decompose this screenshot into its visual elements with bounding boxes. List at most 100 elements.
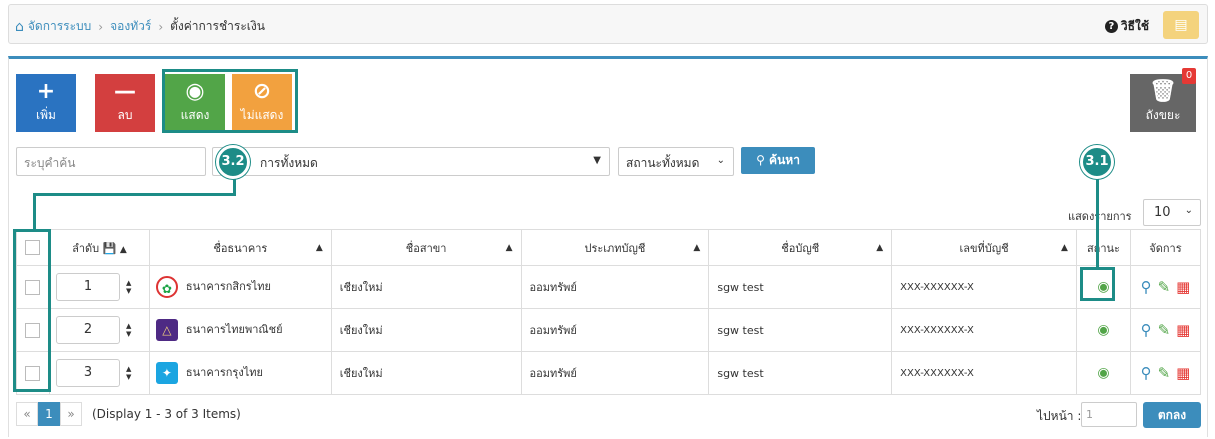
account-number-cell: XXX-XXXXXX-X (891, 265, 1077, 309)
breadcrumb-bar: ⌂ จัดการระบบ › จองทัวร์ › ตั้งค่าการชำระ… (8, 4, 1208, 44)
branch-cell: เชียงใหม่ (330, 308, 522, 352)
add-label: เพิ่ม (36, 108, 56, 122)
column-status: สถานะ (1075, 229, 1131, 266)
manual-book-icon[interactable]: ▤ (1163, 11, 1199, 39)
order-input[interactable]: 1 (55, 273, 120, 301)
pager-page-1[interactable]: 1 (38, 402, 60, 426)
column-bank[interactable]: ชื่อธนาคาร ▲ (148, 229, 332, 266)
sort-icon: ▲ (876, 243, 884, 253)
question-icon: ? (1104, 20, 1118, 33)
search-button[interactable]: ⚲ ค้นหา (741, 147, 815, 174)
trash-icon[interactable]: ▦ (1176, 278, 1190, 296)
edit-icon[interactable]: ✎ (1158, 278, 1171, 296)
help-link[interactable]: ? วิธีใช้ (1104, 17, 1149, 36)
eye-icon[interactable]: ◉ (1097, 365, 1109, 381)
table-row: 1 ▲ ▼ ✿ ธนาคารกสิกรไทย เชียงใหม่ ออมทรัพย์ … (16, 265, 1202, 309)
order-input[interactable]: 2 (55, 316, 120, 344)
save-icon[interactable]: 💾 (103, 242, 117, 255)
sort-icon: ▲ (693, 243, 701, 253)
callout-badge-3-2: 3.2 (216, 145, 250, 179)
stepper-icon[interactable]: ▲ ▼ (126, 365, 131, 381)
eye-icon[interactable]: ◉ (1097, 279, 1109, 295)
row-checkbox-cell (16, 265, 50, 309)
pager-next[interactable]: » (60, 402, 82, 426)
home-icon[interactable]: ⌂ (15, 19, 24, 35)
bank-name: ธนาคารไทยพาณิชย์ (185, 323, 283, 336)
callout-badge-3-1: 3.1 (1080, 145, 1114, 179)
order-cell: 2 ▲ ▼ (48, 308, 150, 352)
search-input[interactable]: ระบุคำค้น (16, 147, 206, 176)
edit-icon[interactable]: ✎ (1158, 364, 1171, 382)
column-branch-label: ชื่อสาขา (405, 241, 447, 255)
type-cell: ออมทรัพย์ (520, 308, 710, 352)
status-cell: ◉ (1075, 308, 1131, 352)
column-account-number[interactable]: เลขที่บัญชี ▲ (891, 229, 1077, 266)
row-checkbox-cell (16, 308, 50, 352)
help-label: วิธีใช้ (1120, 19, 1149, 33)
type-cell: ออมทรัพย์ (520, 351, 710, 395)
hide-button[interactable]: ⊘ ไม่แสดง (232, 74, 292, 132)
eye-icon: ◉ (185, 79, 205, 104)
search-icon[interactable]: ⚲ (1141, 278, 1152, 296)
eye-slash-icon: ⊘ (252, 79, 272, 104)
column-account-name[interactable]: ชื่อบัญชี ▲ (708, 229, 893, 266)
eye-icon[interactable]: ◉ (1097, 322, 1109, 338)
trash-icon[interactable]: ▦ (1176, 364, 1190, 382)
pagination: « 1 » (Display 1 - 3 of 3 Items) (16, 402, 241, 426)
goto-page-input[interactable]: 1 (1081, 402, 1137, 427)
order-cell: 3 ▲ ▼ (48, 351, 150, 395)
column-manage-label: จัดการ (1149, 241, 1182, 255)
bank-filter-select[interactable]: การทั้งหมด ▼ (212, 147, 610, 176)
status-filter-select[interactable]: สถานะทั้งหมด ⌄ (618, 147, 734, 176)
column-order[interactable]: ลำดับ 💾 ▲ (48, 229, 150, 266)
plus-icon: + (36, 79, 56, 104)
row-checkbox[interactable] (25, 322, 41, 338)
page-size-select[interactable]: 10 ⌄ (1143, 199, 1201, 226)
order-input[interactable]: 3 (55, 359, 120, 387)
search-icon: ⚲ (756, 153, 765, 167)
column-status-label: สถานะ (1086, 241, 1120, 255)
manage-cell: ⚲ ✎ ▦ (1129, 351, 1202, 395)
select-all-checkbox[interactable] (25, 240, 41, 255)
table-row: 2 ▲ ▼ △ ธนาคารไทยพาณิชย์ เชียงใหม่ ออมทรัพย… (16, 308, 1202, 352)
goto-ok-button[interactable]: ตกลง (1143, 402, 1201, 428)
page-size-value: 10 (1154, 205, 1171, 220)
add-button[interactable]: + เพิ่ม (16, 74, 76, 132)
stepper-icon[interactable]: ▲ ▼ (126, 322, 131, 338)
status-cell: ◉ (1075, 351, 1131, 395)
pager-prev[interactable]: « (16, 402, 38, 426)
show-button[interactable]: ◉ แสดง (165, 74, 225, 132)
show-label: แสดง (180, 108, 210, 122)
goto-label: ไปหน้า : (1037, 409, 1082, 423)
scb-logo-icon: △ (155, 319, 178, 341)
chevron-down-icon: ⌄ (1184, 205, 1193, 216)
bank-cell: △ ธนาคารไทยพาณิชย์ (148, 308, 332, 352)
breadcrumb-separator: › (98, 19, 104, 34)
status-filter-value: สถานะทั้งหมด (626, 156, 700, 170)
column-bank-label: ชื่อธนาคาร (213, 241, 268, 255)
branch-cell: เชียงใหม่ (330, 351, 522, 395)
row-checkbox[interactable] (25, 279, 41, 295)
kasikorn-logo-icon: ✿ (155, 276, 178, 298)
row-checkbox[interactable] (25, 365, 41, 381)
column-type[interactable]: ประเภทบัญชี ▲ (520, 229, 710, 266)
sort-icon: ▲ (1061, 243, 1068, 253)
search-icon[interactable]: ⚲ (1141, 364, 1152, 382)
search-button-label: ค้นหา (769, 153, 800, 167)
stepper-icon[interactable]: ▲ ▼ (126, 279, 131, 295)
search-icon[interactable]: ⚲ (1141, 321, 1152, 339)
bank-filter-value: การทั้งหมด (260, 156, 318, 170)
column-branch[interactable]: ชื่อสาขา ▲ (330, 229, 522, 266)
trash-icon[interactable]: ▦ (1176, 321, 1190, 339)
sort-icon: ▲ (315, 243, 323, 253)
select-all-header (16, 229, 50, 266)
column-manage: จัดการ (1129, 229, 1202, 266)
trash-count-badge: 0 (1182, 68, 1196, 84)
delete-button[interactable]: — ลบ (95, 74, 155, 132)
order-cell: 1 ▲ ▼ (48, 265, 150, 309)
breadcrumb-home[interactable]: จัดการระบบ (28, 17, 91, 36)
breadcrumb-tour[interactable]: จองทัวร์ (110, 17, 151, 36)
bank-cell: ✿ ธนาคารกสิกรไทย (148, 265, 332, 309)
edit-icon[interactable]: ✎ (1158, 321, 1171, 339)
column-account-number-label: เลขที่บัญชี (959, 241, 1009, 255)
